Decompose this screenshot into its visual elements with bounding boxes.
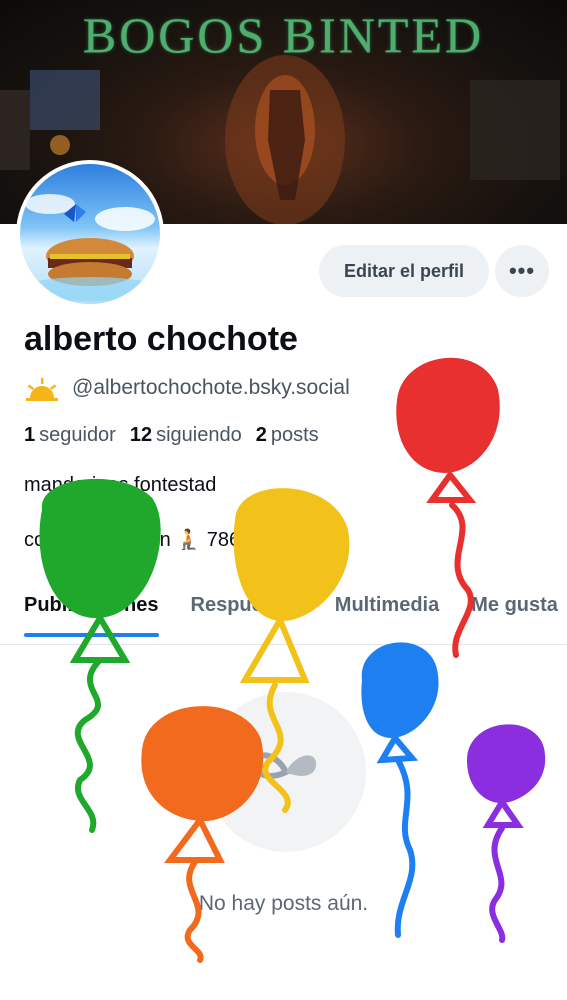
banner-title: BOGOS BINTED (82, 7, 485, 63)
profile-handle: @albertochochote.bsky.social (72, 376, 350, 399)
profile-stats: 1 seguidor 12 siguiendo 2 posts (24, 424, 319, 447)
display-name: alberto chochote (24, 320, 298, 358)
avatar[interactable] (16, 160, 164, 308)
tab-respuestas[interactable]: Respuestas (191, 594, 303, 633)
tab-publicaciones[interactable]: Publicaciones (24, 594, 159, 637)
followers-count: 1 (24, 424, 36, 446)
empty-state-illustration (206, 692, 366, 852)
tabs-divider (0, 644, 567, 645)
bio-line: codigo pokemon 🧎 7863 7807744 (24, 529, 335, 551)
edit-profile-button[interactable]: Editar el perfil (319, 245, 489, 297)
avatar-image (20, 194, 160, 301)
profile-tabs: Publicaciones Respuestas Multimedia Me g… (24, 594, 558, 637)
posts-label: posts (270, 424, 319, 446)
posts-count: 2 (255, 424, 267, 446)
empty-state-message: No hay posts aún. (198, 892, 369, 915)
followers-stat[interactable]: 1 seguidor (24, 424, 116, 447)
butterfly-icon (252, 752, 317, 779)
handle-row: @albertochochote.bsky.social (24, 374, 350, 402)
tab-me-gusta[interactable]: Me gusta (471, 594, 558, 633)
sun-rising-icon (26, 378, 58, 401)
following-stat[interactable]: 12 siguiendo (130, 424, 242, 447)
more-options-button[interactable]: ••• (495, 245, 549, 297)
tab-multimedia[interactable]: Multimedia (335, 594, 439, 633)
followers-label: seguidor (39, 424, 116, 446)
more-icon: ••• (508, 258, 536, 283)
bio-line: mandarinas fontestad (24, 474, 217, 496)
posts-stat: 2 posts (256, 424, 319, 447)
following-count: 12 (129, 424, 153, 446)
following-label: siguiendo (156, 424, 242, 446)
